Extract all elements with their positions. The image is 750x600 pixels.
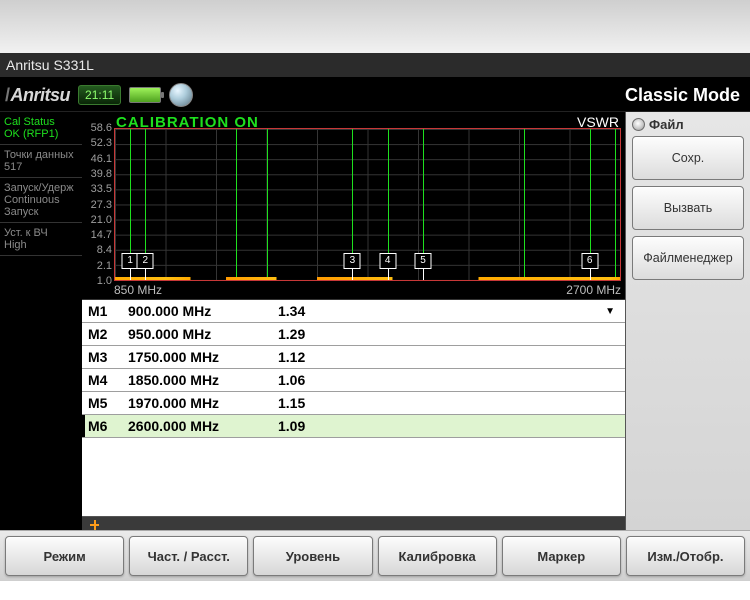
rf-label: Уст. к ВЧ <box>4 227 48 239</box>
marker-value: 1.15 <box>278 395 428 411</box>
marker-freq: 1850.000 MHz <box>128 372 278 388</box>
y-tick: 33.5 <box>91 183 112 195</box>
marker-row[interactable]: M31750.000 MHz1.12 <box>82 346 625 369</box>
x-start: 850 MHz <box>114 283 162 299</box>
side-menu: Файл Сохр. Вызвать Файлменеджер <box>625 112 750 533</box>
x-end: 2700 MHz <box>566 283 621 299</box>
marker-flag[interactable]: 4 <box>379 253 396 269</box>
marker-freq: 1970.000 MHz <box>128 395 278 411</box>
marker-id: M3 <box>82 349 128 365</box>
bottom-softkeys: РежимЧаст. / Расст.УровеньКалибровкаМарк… <box>0 530 750 581</box>
y-tick: 27.3 <box>91 199 112 211</box>
marker-value: 1.29 <box>278 326 428 342</box>
side-menu-header[interactable]: Файл <box>632 117 744 132</box>
marker-flag[interactable]: 3 <box>344 253 361 269</box>
y-tick: 39.8 <box>91 168 112 180</box>
cal-status-label: Cal Status <box>4 116 55 128</box>
softkey[interactable]: Изм./Отобр. <box>626 536 745 576</box>
y-tick: 52.3 <box>91 137 112 149</box>
limit-line <box>267 129 268 280</box>
marker-row[interactable]: M2950.000 MHz1.29 <box>82 323 625 346</box>
marker-freq: 2600.000 MHz <box>128 418 278 434</box>
y-axis: 58.652.346.139.833.527.321.014.78.42.11.… <box>82 128 114 281</box>
sweep-action: Запуск <box>4 206 38 218</box>
radio-icon <box>632 118 645 131</box>
window-title-bar: Anritsu S331L <box>0 53 750 77</box>
side-button[interactable]: Файлменеджер <box>632 236 744 280</box>
battery-icon <box>129 87 161 103</box>
softkey[interactable]: Калибровка <box>378 536 497 576</box>
softkey[interactable]: Уровень <box>253 536 372 576</box>
left-status-panel: Cal Status OK (RFP1) Точки данных 517 За… <box>0 112 82 533</box>
mode-label: Classic Mode <box>625 85 746 106</box>
brand-logo: /Anritsu <box>4 85 70 106</box>
limit-line <box>524 129 525 280</box>
y-tick: 2.1 <box>97 260 112 272</box>
marker-table[interactable]: M1900.000 MHz1.34▼M2950.000 MHz1.29M3175… <box>82 299 625 516</box>
marker-stem[interactable] <box>590 269 591 280</box>
marker-stem[interactable] <box>352 269 353 280</box>
sweep-label: Запуск/Удерж <box>4 182 74 194</box>
trace <box>115 277 620 280</box>
x-axis: 850 MHz 2700 MHz <box>114 283 621 299</box>
rf-value: High <box>4 239 27 251</box>
marker-stem[interactable] <box>130 269 131 280</box>
y-tick: 1.0 <box>97 275 112 287</box>
side-button[interactable]: Сохр. <box>632 136 744 180</box>
marker-freq: 950.000 MHz <box>128 326 278 342</box>
cal-status-value: OK (RFP1) <box>4 128 58 140</box>
dropdown-icon[interactable]: ▼ <box>605 306 615 317</box>
marker-id: M5 <box>82 395 128 411</box>
limit-line <box>615 129 616 280</box>
marker-id: M6 <box>82 418 128 434</box>
marker-row[interactable]: M62600.000 MHz1.09 <box>82 415 625 438</box>
softkey[interactable]: Режим <box>5 536 124 576</box>
marker-stem[interactable] <box>145 269 146 280</box>
marker-flag[interactable]: 6 <box>581 253 598 269</box>
marker-row[interactable]: M1900.000 MHz1.34 ▼ <box>82 300 625 323</box>
limit-line <box>236 129 237 280</box>
sweep-mode: Continuous <box>4 194 60 206</box>
marker-stem[interactable] <box>423 269 424 280</box>
marker-id: M1 <box>82 303 128 319</box>
y-tick: 14.7 <box>91 229 112 241</box>
side-button[interactable]: Вызвать <box>632 186 744 230</box>
marker-row[interactable]: M41850.000 MHz1.06 <box>82 369 625 392</box>
status-bar: /Anritsu 21:11 Classic Mode <box>0 77 750 112</box>
marker-row[interactable]: M51970.000 MHz1.15 <box>82 392 625 415</box>
y-tick: 58.6 <box>91 122 112 134</box>
marker-value: 1.06 <box>278 372 428 388</box>
globe-icon[interactable] <box>169 83 193 107</box>
marker-id: M2 <box>82 326 128 342</box>
y-tick: 21.0 <box>91 214 112 226</box>
marker-stem[interactable] <box>388 269 389 280</box>
points-label: Точки данных <box>4 149 74 161</box>
marker-flag[interactable]: 5 <box>415 253 432 269</box>
marker-freq: 1750.000 MHz <box>128 349 278 365</box>
marker-value: 1.34 <box>278 303 428 319</box>
grid <box>115 129 620 280</box>
window-title: Anritsu S331L <box>6 57 94 73</box>
softkey[interactable]: Маркер <box>502 536 621 576</box>
side-menu-title: Файл <box>649 117 684 132</box>
marker-id: M4 <box>82 372 128 388</box>
softkey[interactable]: Част. / Расст. <box>129 536 248 576</box>
chart[interactable]: CALIBRATION ON VSWR 58.652.346.139.833.5… <box>82 114 625 299</box>
marker-value: 1.12 <box>278 349 428 365</box>
y-tick: 8.4 <box>97 244 112 256</box>
y-tick: 46.1 <box>91 153 112 165</box>
marker-icon <box>90 520 99 530</box>
clock: 21:11 <box>78 85 121 105</box>
points-value: 517 <box>4 161 22 173</box>
marker-flag[interactable]: 2 <box>137 253 154 269</box>
marker-freq: 900.000 MHz <box>128 303 278 319</box>
marker-value: 1.09 <box>278 418 428 434</box>
plot-area[interactable]: 123456 <box>114 128 621 281</box>
